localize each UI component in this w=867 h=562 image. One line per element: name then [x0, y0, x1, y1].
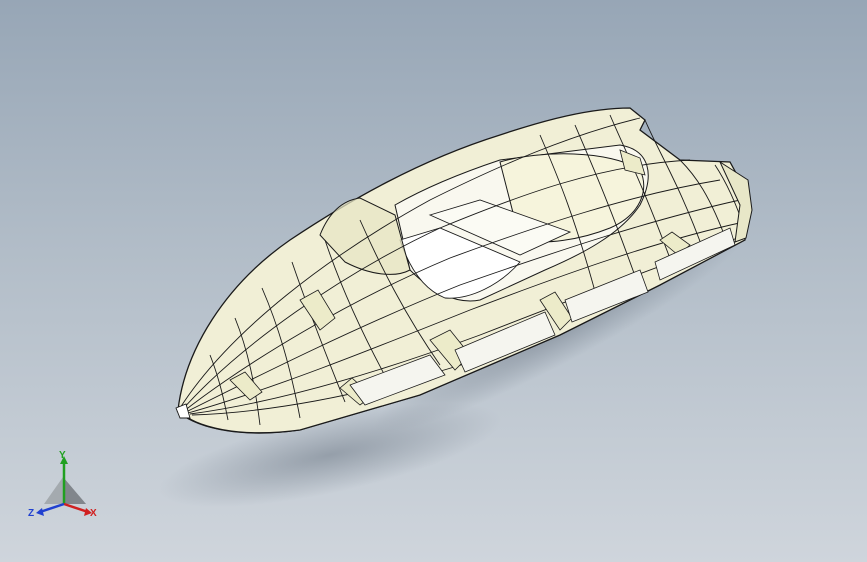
- view-orientation-triad[interactable]: Y X Z: [22, 446, 112, 526]
- graphics-viewport[interactable]: Y X Z: [0, 0, 867, 562]
- triad-z-axis: [39, 502, 65, 514]
- triad-z-label: Z: [28, 508, 34, 519]
- triad-x-axis: [63, 502, 89, 514]
- triad-y-label: Y: [59, 450, 66, 461]
- triad-base-shade: [63, 477, 86, 504]
- boat-hull-model[interactable]: [0, 0, 867, 562]
- triad-x-label: X: [90, 508, 97, 519]
- triad-z-arrow-icon: [36, 508, 44, 516]
